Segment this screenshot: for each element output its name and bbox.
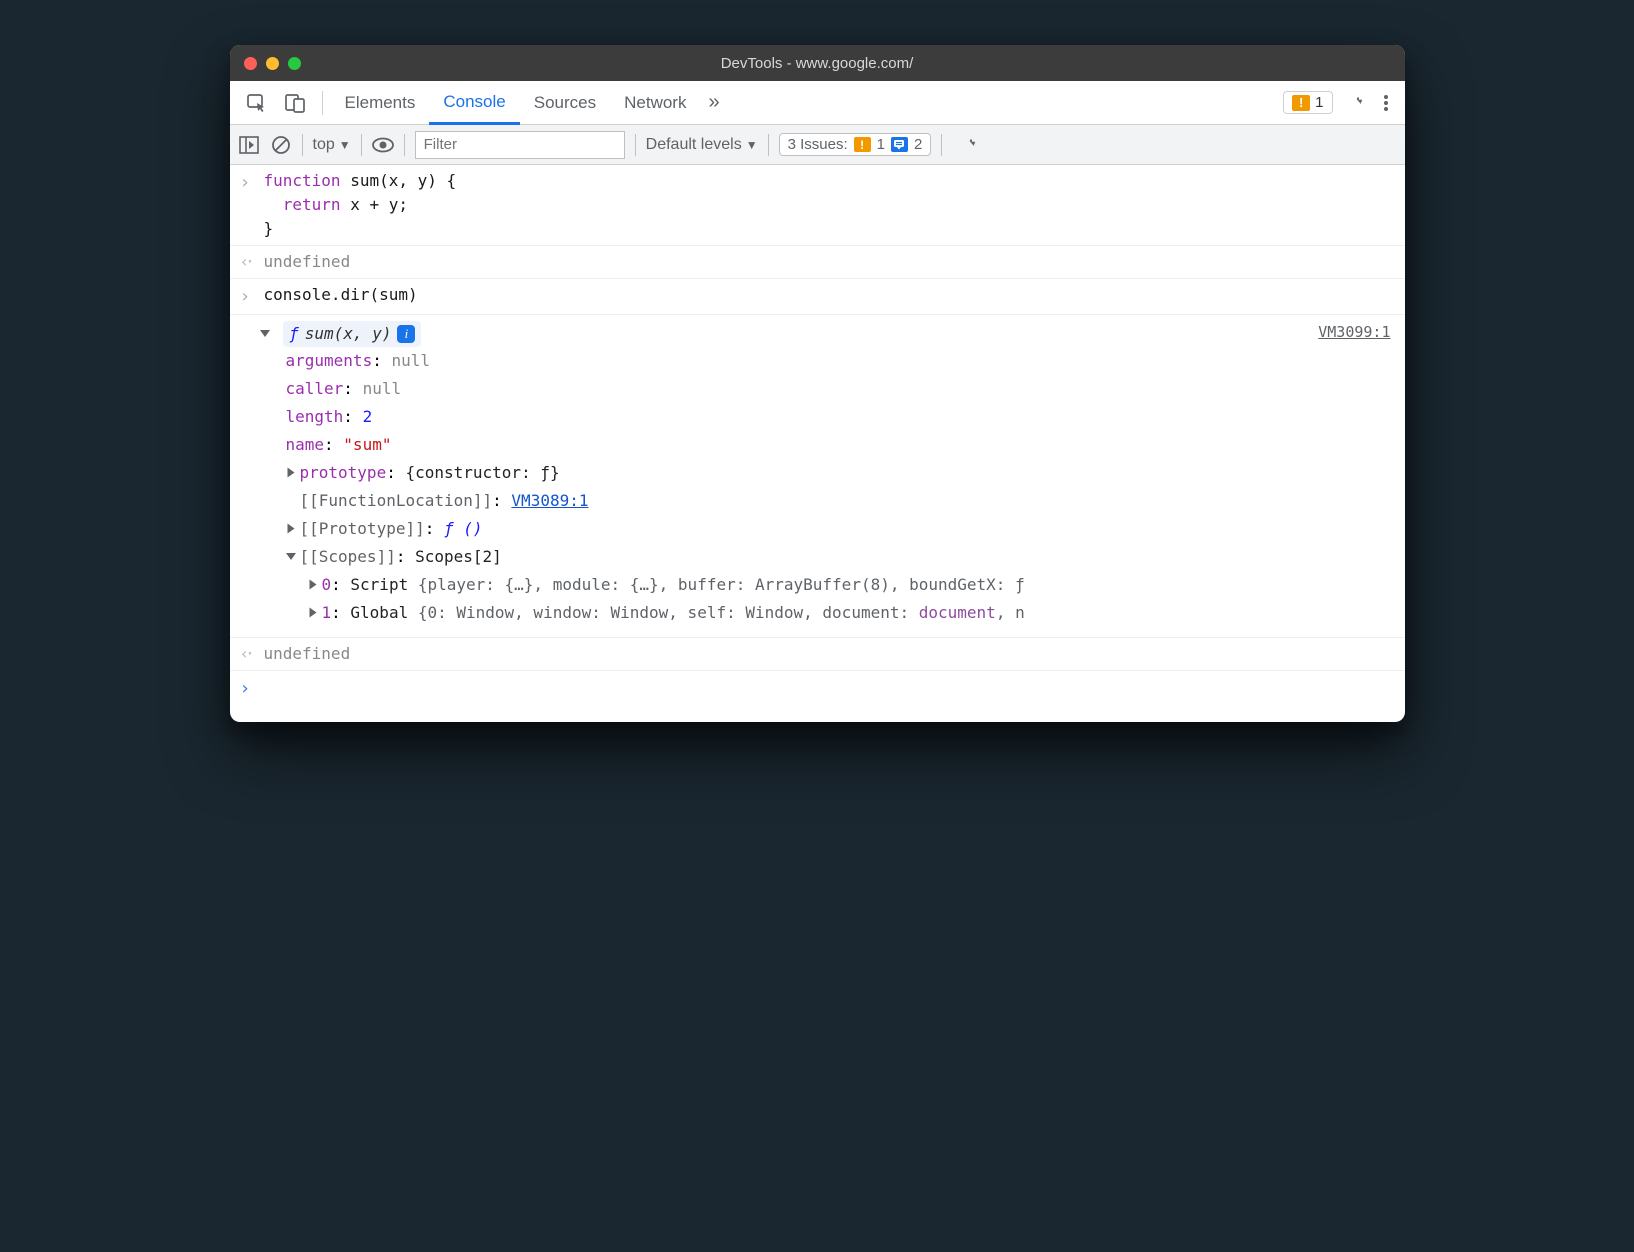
issue-warn-count: 1 — [877, 136, 885, 153]
function-symbol: ƒ — [289, 322, 299, 346]
source-link[interactable]: VM3099:1 — [1318, 321, 1390, 344]
console-prompt-row[interactable] — [230, 671, 1405, 722]
warning-icon: ! — [1292, 95, 1310, 111]
log-levels-select[interactable]: Default levels ▼ — [646, 136, 758, 154]
expand-triangle-icon[interactable] — [260, 330, 270, 337]
property-row[interactable]: arguments: null — [286, 347, 1395, 375]
execution-context-select[interactable]: top ▼ — [313, 136, 351, 154]
scope-row[interactable]: 0: Script {player: {…}, module: {…}, buf… — [308, 571, 1395, 599]
warning-count: 1 — [1315, 94, 1323, 111]
console-result-row: undefined — [230, 246, 1405, 279]
property-row[interactable]: length: 2 — [286, 403, 1395, 431]
separator — [322, 91, 323, 115]
tab-elements[interactable]: Elements — [331, 81, 430, 124]
console-input-row: console.dir(sum) — [230, 279, 1405, 315]
inspect-icon[interactable] — [244, 90, 270, 116]
titlebar: DevTools - www.google.com/ — [230, 45, 1405, 81]
live-expression-icon[interactable] — [372, 134, 394, 156]
settings-icon[interactable] — [1343, 92, 1365, 114]
result-undefined: undefined — [264, 642, 351, 666]
input-marker-icon — [240, 283, 254, 310]
console-input-row: function sum(x, y) { return x + y; } — [230, 165, 1405, 246]
function-signature: sum(x, y) — [305, 322, 392, 346]
object-properties: arguments: null caller: null length: 2 n… — [286, 347, 1395, 627]
output-marker-icon — [240, 642, 254, 666]
property-row[interactable]: prototype: {constructor: ƒ} — [286, 459, 1395, 487]
clear-console-icon[interactable] — [270, 134, 292, 156]
scope-row[interactable]: 1: Global {0: Window, window: Window, se… — [308, 599, 1395, 627]
console-settings-icon[interactable] — [956, 134, 978, 156]
object-header[interactable]: ƒ sum(x, y) i — [260, 321, 1395, 347]
separator — [404, 134, 405, 156]
property-row[interactable]: [[Scopes]]: Scopes[2] — [286, 543, 1395, 571]
property-row[interactable]: [[FunctionLocation]]: VM3089:1 — [286, 487, 1395, 515]
prompt-marker-icon — [240, 675, 254, 702]
warnings-badge[interactable]: ! 1 — [1283, 91, 1332, 114]
tabs-overflow[interactable]: » — [700, 81, 727, 124]
chevron-down-icon: ▼ — [746, 138, 758, 152]
expand-triangle-icon[interactable] — [309, 580, 316, 590]
device-toggle-icon[interactable] — [282, 90, 308, 116]
separator — [302, 134, 303, 156]
tab-sources[interactable]: Sources — [520, 81, 610, 124]
window-title: DevTools - www.google.com/ — [230, 55, 1405, 72]
issues-badge[interactable]: 3 Issues: ! 1 2 — [779, 133, 932, 156]
panel-tabs: Elements Console Sources Network » ! 1 — [230, 81, 1405, 125]
issue-info-count: 2 — [914, 136, 922, 153]
sidebar-toggle-icon[interactable] — [238, 134, 260, 156]
separator — [941, 134, 942, 156]
property-row[interactable]: name: "sum" — [286, 431, 1395, 459]
filter-input[interactable] — [415, 131, 625, 159]
code-block: function sum(x, y) { return x + y; } — [264, 169, 457, 241]
separator — [768, 134, 769, 156]
info-icon — [891, 137, 908, 152]
levels-label: Default levels — [646, 136, 742, 154]
output-marker-icon — [240, 250, 254, 274]
issues-label: 3 Issues: — [788, 136, 848, 153]
input-marker-icon — [240, 169, 254, 241]
info-icon[interactable]: i — [397, 325, 415, 343]
devtools-window: DevTools - www.google.com/ Elements Cons… — [230, 45, 1405, 722]
console-output: function sum(x, y) { return x + y; } und… — [230, 165, 1405, 722]
chevron-down-icon: ▼ — [339, 138, 351, 152]
expand-triangle-icon[interactable] — [309, 608, 316, 618]
result-undefined: undefined — [264, 250, 351, 274]
property-row[interactable]: [[Prototype]]: ƒ () — [286, 515, 1395, 543]
console-dir-output: VM3099:1 ƒ sum(x, y) i arguments: null c… — [230, 315, 1405, 638]
tab-console[interactable]: Console — [429, 82, 519, 125]
expand-triangle-icon[interactable] — [287, 524, 294, 534]
expand-triangle-icon[interactable] — [286, 553, 296, 560]
console-result-row: undefined — [230, 638, 1405, 671]
context-label: top — [313, 136, 335, 154]
separator — [361, 134, 362, 156]
tab-network[interactable]: Network — [610, 81, 700, 124]
property-row[interactable]: caller: null — [286, 375, 1395, 403]
code-block: console.dir(sum) — [264, 283, 418, 310]
more-menu-icon[interactable] — [1383, 92, 1389, 114]
warning-icon: ! — [854, 137, 871, 152]
separator — [635, 134, 636, 156]
expand-triangle-icon[interactable] — [287, 468, 294, 478]
source-link[interactable]: VM3089:1 — [511, 491, 588, 510]
console-toolbar: top ▼ Default levels ▼ 3 Issues: ! 1 2 — [230, 125, 1405, 165]
